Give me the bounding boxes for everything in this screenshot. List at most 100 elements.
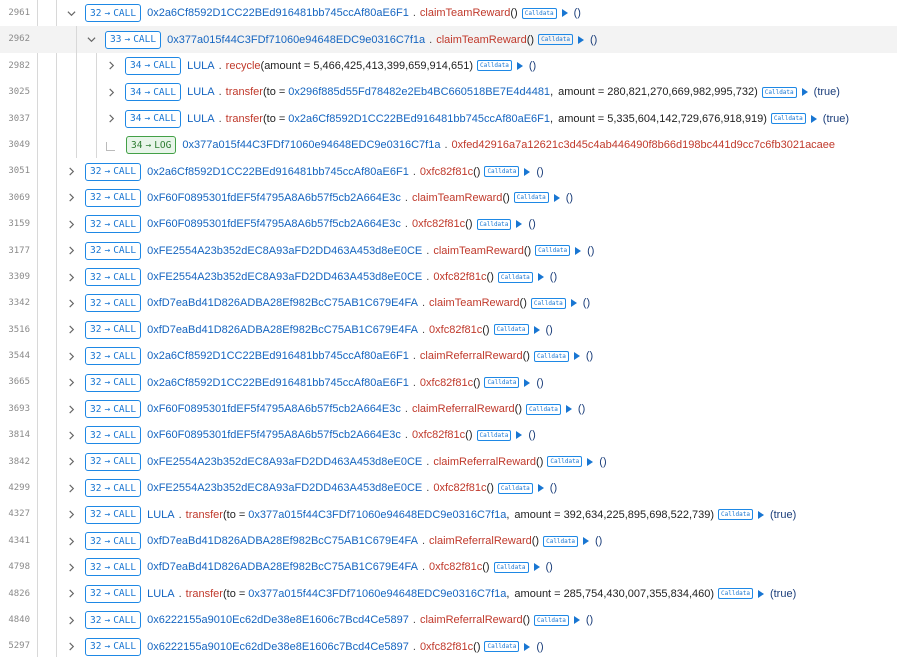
trace-row[interactable]: 2961 32 → CALL 0x2a6Cf8592D1CC22BEd916481bb7… [0, 0, 897, 26]
method-name[interactable]: claimTeamReward [412, 192, 502, 204]
trace-row[interactable]: 4327 32 → CALL LULA. transfer(to = 0x377a015f44… [0, 501, 897, 527]
trace-row[interactable]: 3693 32 → CALL 0xF60F0895301fdEF5f4795A8A6b5… [0, 396, 897, 422]
method-name[interactable]: 0xfc82f81c [412, 218, 465, 230]
play-icon[interactable] [533, 325, 540, 334]
play-icon[interactable] [757, 589, 764, 598]
chevron-right-icon[interactable] [66, 536, 76, 546]
method-name[interactable]: claimTeamReward [420, 7, 510, 19]
trace-row[interactable]: 4341 32 → CALL 0xfD7eaBd41D826ADBA28Ef982BcC… [0, 528, 897, 554]
method-name[interactable]: claimReferralReward [420, 350, 523, 362]
chevron-right-icon[interactable] [66, 219, 76, 229]
chevron-right-icon[interactable] [66, 246, 76, 256]
chevron-right-icon[interactable] [66, 430, 76, 440]
contract-address[interactable]: 0xF60F0895301fdEF5f4795A8A6b57f5cb2A664E… [147, 403, 401, 415]
play-icon[interactable] [516, 61, 523, 70]
calldata-button[interactable]: Calldata [493, 324, 529, 336]
arg-value[interactable]: 0x377a015f44C3FDf71060e94648EDC9e0316C7f… [248, 509, 506, 521]
trace-row[interactable]: 4299 32 → CALL 0xFE2554A23b352dEC8A93aFD2DD4… [0, 475, 897, 501]
arg-value[interactable]: 0x2a6Cf8592D1CC22BEd916481bb745ccAf80aE6… [288, 113, 550, 125]
chevron-right-icon[interactable] [66, 510, 76, 520]
contract-address[interactable]: 0xF60F0895301fdEF5f4795A8A6b57f5cb2A664E… [147, 429, 401, 441]
play-icon[interactable] [516, 220, 523, 229]
contract-address[interactable]: LULA [187, 113, 215, 125]
method-name[interactable]: claimTeamReward [429, 297, 519, 309]
contract-address[interactable]: 0xFE2554A23b352dEC8A93aFD2DD463A453d8eE0… [147, 271, 422, 283]
method-name[interactable]: 0xfc82f81c [420, 641, 473, 653]
play-icon[interactable] [565, 405, 572, 414]
trace-row[interactable]: 4798 32 → CALL 0xfD7eaBd41D826ADBA28Ef982BcC… [0, 554, 897, 580]
calldata-button[interactable]: Calldata [770, 113, 806, 125]
method-name[interactable]: transfer [186, 509, 223, 521]
trace-row[interactable]: 3069 32 → CALL 0xF60F0895301fdEF5f4795A8A6b5… [0, 185, 897, 211]
contract-address[interactable]: 0xfD7eaBd41D826ADBA28Ef982BcC75AB1C679E4… [147, 561, 418, 573]
calldata-button[interactable]: Calldata [484, 166, 520, 178]
calldata-button[interactable]: Calldata [513, 192, 549, 204]
calldata-button[interactable]: Calldata [530, 297, 566, 309]
contract-address[interactable]: LULA [187, 60, 215, 72]
chevron-right-icon[interactable] [66, 351, 76, 361]
method-name[interactable]: claimReferralReward [433, 456, 536, 468]
play-icon[interactable] [575, 246, 582, 255]
contract-address[interactable]: 0xFE2554A23b352dEC8A93aFD2DD463A453d8eE0… [147, 245, 422, 257]
method-name[interactable]: recycle [226, 60, 261, 72]
chevron-right-icon[interactable] [66, 457, 76, 467]
method-name[interactable]: claimTeamReward [436, 34, 526, 46]
play-icon[interactable] [561, 9, 568, 18]
play-icon[interactable] [570, 299, 577, 308]
trace-row[interactable]: 2982 34 → CALL LULA. recycle(amount = 5,466,425… [0, 52, 897, 80]
chevron-right-icon[interactable] [66, 404, 76, 414]
play-icon[interactable] [516, 431, 523, 440]
trace-row[interactable]: 3665 32 → CALL 0x2a6Cf8592D1CC22BEd916481bb7… [0, 369, 897, 395]
play-icon[interactable] [757, 510, 764, 519]
trace-row[interactable]: 3342 32 → CALL 0xfD7eaBd41D826ADBA28Ef982BcC… [0, 290, 897, 316]
play-icon[interactable] [573, 352, 580, 361]
calldata-button[interactable]: Calldata [718, 509, 753, 521]
method-name[interactable]: transfer [226, 113, 263, 125]
trace-row[interactable]: 3309 32 → CALL 0xFE2554A23b352dEC8A93aFD2DD4… [0, 264, 897, 290]
calldata-button[interactable]: Calldata [484, 641, 520, 653]
calldata-button[interactable]: Calldata [547, 456, 583, 468]
trace-row[interactable]: 4840 32 → CALL 0x6222155a9010Ec62dDe38e8E160… [0, 607, 897, 633]
method-name[interactable]: 0xfc82f81c [433, 482, 486, 494]
contract-address[interactable]: 0x2a6Cf8592D1CC22BEd916481bb745ccAf80aE6… [147, 7, 409, 19]
method-name[interactable]: claimTeamReward [433, 245, 523, 257]
play-icon[interactable] [583, 537, 589, 545]
method-name[interactable]: 0xfc82f81c [433, 271, 486, 283]
method-name[interactable]: claimReferralReward [420, 614, 523, 626]
chevron-right-icon[interactable] [106, 87, 116, 97]
chevron-down-icon[interactable] [66, 8, 76, 18]
method-name[interactable]: claimReferralReward [412, 403, 515, 415]
contract-address[interactable]: 0xfD7eaBd41D826ADBA28Ef982BcC75AB1C679E4… [147, 324, 418, 336]
calldata-button[interactable]: Calldata [521, 7, 557, 19]
contract-address[interactable]: 0x377a015f44C3FDf71060e94648EDC9e0316C7f… [182, 139, 440, 151]
method-name[interactable]: claimReferralReward [429, 535, 532, 547]
play-icon[interactable] [524, 167, 531, 176]
trace-row[interactable]: 3814 32 → CALL 0xF60F0895301fdEF5f4795A8A6b5… [0, 422, 897, 448]
contract-address[interactable]: 0xF60F0895301fdEF5f4795A8A6b57f5cb2A664E… [147, 192, 401, 204]
chevron-right-icon[interactable] [66, 642, 76, 652]
chevron-right-icon[interactable] [66, 589, 76, 599]
chevron-right-icon[interactable] [106, 61, 116, 71]
trace-row[interactable]: 4826 32 → CALL LULA. transfer(to = 0x377a015f44… [0, 581, 897, 607]
contract-address[interactable]: 0xFE2554A23b352dEC8A93aFD2DD463A453d8eE0… [147, 482, 422, 494]
calldata-button[interactable]: Calldata [526, 403, 561, 415]
trace-row[interactable]: 3159 32 → CALL 0xF60F0895301fdEF5f4795A8A6b5… [0, 211, 897, 237]
calldata-button[interactable]: Calldata [497, 482, 533, 494]
chevron-right-icon[interactable] [66, 483, 76, 493]
contract-address[interactable]: 0xF60F0895301fdEF5f4795A8A6b57f5cb2A664E… [147, 218, 401, 230]
trace-row[interactable]: 3037 34 → CALL LULA. transfer(to = 0x2a6Cf8592D… [0, 105, 897, 132]
method-name[interactable]: 0xfc82f81c [429, 324, 482, 336]
trace-row[interactable]: 3842 32 → CALL 0xFE2554A23b352dEC8A93aFD2DD4… [0, 449, 897, 475]
method-name[interactable]: 0xfc82f81c [420, 377, 473, 389]
chevron-right-icon[interactable] [66, 378, 76, 388]
trace-row[interactable]: 3051 32 → CALL 0x2a6Cf8592D1CC22BEd916481bb7… [0, 158, 897, 184]
contract-address[interactable]: 0x377a015f44C3FDf71060e94648EDC9e0316C7f… [167, 34, 425, 46]
method-name[interactable]: 0xfc82f81c [420, 166, 473, 178]
calldata-button[interactable]: Calldata [497, 271, 533, 283]
trace-row[interactable]: 3516 32 → CALL 0xfD7eaBd41D826ADBA28Ef982BcC… [0, 317, 897, 343]
method-name[interactable]: transfer [186, 588, 223, 600]
play-icon[interactable] [577, 35, 584, 44]
method-name[interactable]: 0xfc82f81c [429, 561, 482, 573]
contract-address[interactable]: 0x2a6Cf8592D1CC22BEd916481bb745ccAf80aE6… [147, 377, 409, 389]
trace-row[interactable]: 3544 32 → CALL 0x2a6Cf8592D1CC22BEd916481bb7… [0, 343, 897, 369]
